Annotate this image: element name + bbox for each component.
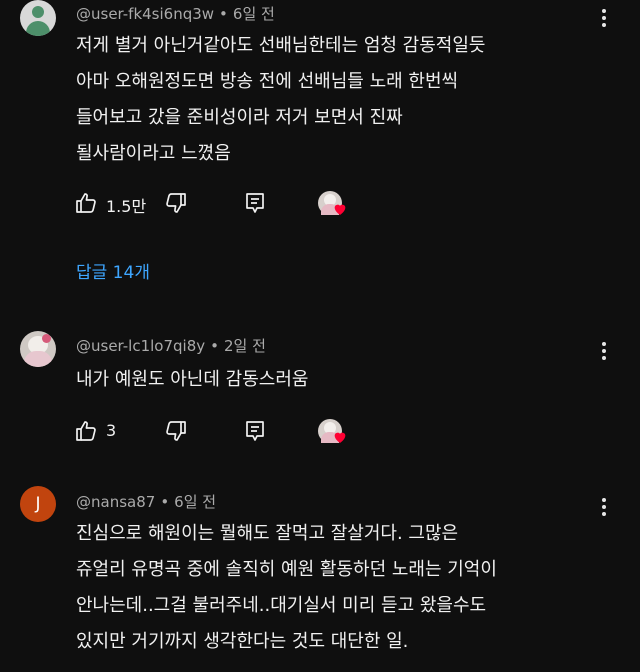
comment-time[interactable]: 6일 전 [174,493,216,511]
replies-toggle[interactable]: 답글 14개 [76,258,150,283]
comment-line: 진심으로 해원이는 뭘해도 잘먹고 잘살거다. 그많은 [76,523,459,544]
comment-text: 내가 예원도 아닌데 감동스러움 [76,362,308,398]
comment-time[interactable]: 6일 전 [233,5,275,23]
comment-line: 저게 별거 아닌거같아도 선배님한테는 엄청 감동적일듯 [76,35,486,56]
comment-line: 있지만 거기까지 생각한다는 것도 대단한 일. [76,631,409,652]
comment-time[interactable]: 2일 전 [224,337,266,355]
comment-meta: @user-fk4si6nq3w • 6일 전 [76,5,275,23]
heart-icon [334,432,346,443]
comment-line: 내가 예원도 아닌데 감동스러움 [76,369,309,390]
comment-line: 들어보고 갔을 준비성이라 저거 보면서 진짜 [76,107,403,128]
comment-meta: @user-lc1lo7qi8y • 2일 전 [76,337,266,355]
user-avatar[interactable] [20,331,56,367]
more-vertical-icon[interactable] [596,7,612,29]
heart-icon [334,204,346,215]
reply-icon[interactable] [243,191,267,215]
thumbs-up-icon[interactable] [74,419,98,443]
user-avatar[interactable]: J [20,486,56,522]
more-vertical-icon[interactable] [596,496,612,518]
creator-heart [318,191,346,215]
comment-line: 될사람이라고 느꼈음 [76,143,231,164]
comment-text: 진심으로 해원이는 뭘해도 잘먹고 잘살거다. 그많은 쥬얼리 유명곡 중에 솔… [76,516,497,660]
comment-3: J @nansa87 • 6일 전 진심으로 해원이는 뭘해도 잘먹고 잘살거다. … [0,486,640,672]
more-vertical-icon[interactable] [596,340,612,362]
comment-line: 안나는데..그걸 불러주네..대기실서 미리 듣고 왔을수도 [76,595,487,616]
thumbs-up-icon[interactable] [74,191,98,215]
thumbs-down-icon[interactable] [164,419,188,443]
like-count: 3 [106,421,117,440]
author-name[interactable]: @nansa87 [76,493,155,511]
reply-icon[interactable] [243,419,267,443]
comment-meta: @nansa87 • 6일 전 [76,493,217,511]
creator-heart [318,419,346,443]
user-avatar[interactable] [20,0,56,36]
comment-line: 쥬얼리 유명곡 중에 솔직히 예원 활동하던 노래는 기억이 [76,559,497,580]
author-name[interactable]: @user-fk4si6nq3w [76,5,214,23]
comment-line: 아마 오해원정도면 방송 전에 선배님들 노래 한번씩 [76,71,459,92]
thumbs-down-icon[interactable] [164,191,188,215]
author-name[interactable]: @user-lc1lo7qi8y [76,337,205,355]
like-count: 1.5만 [106,197,147,216]
comment-2: @user-lc1lo7qi8y • 2일 전 내가 예원도 아닌데 감동스러움 3 [0,330,640,460]
comment-1: @user-fk4si6nq3w • 6일 전 저게 별거 아닌거같아도 선배님한테… [0,0,640,300]
comment-text: 저게 별거 아닌거같아도 선배님한테는 엄청 감동적일듯 아마 오해원정도면 방… [76,28,486,172]
